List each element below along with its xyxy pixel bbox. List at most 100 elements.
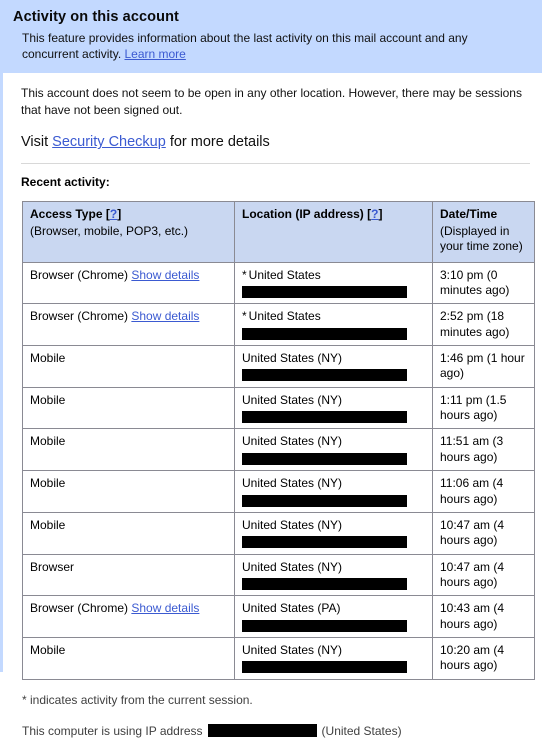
cell-access-type: Mobile: [22, 470, 235, 513]
cell-location: United States (NY): [234, 344, 433, 388]
cell-location: United States (NY): [234, 637, 433, 680]
current-session-footnote: * indicates activity from the current se…: [22, 692, 253, 707]
table-row: Mobile United States (NY) 10:20 am (4 hour…: [22, 637, 535, 680]
activity-header-band: Activity on this account This feature pr…: [0, 0, 542, 74]
show-details-link[interactable]: Show details: [131, 601, 199, 615]
cell-location: United States (NY): [234, 386, 433, 430]
location-text: United States (NY): [242, 643, 343, 658]
current-ip-suffix: (United States): [321, 723, 402, 738]
location-help-icon[interactable]: ?: [371, 207, 378, 221]
visit-suffix-text: for more details: [165, 134, 270, 151]
access-type-text: Mobile: [30, 643, 66, 658]
access-type-text: Mobile: [30, 392, 66, 407]
column-header-datetime-subtitle: (Displayed in your time zone): [440, 223, 523, 254]
cell-location: United States (PA): [234, 595, 433, 639]
ip-address-redaction: [242, 577, 407, 590]
column-header-location: Location (IP address) [?]: [234, 201, 433, 263]
current-ip-redaction: [207, 724, 317, 738]
cell-datetime: 1:46 pm (1 hour ago): [432, 344, 535, 388]
show-details-link[interactable]: Show details: [131, 309, 199, 323]
table-body: Browser (Chrome) Show details * United Sta…: [22, 261, 535, 680]
datetime-text: 3:10 pm (0 minutes ago): [440, 267, 510, 297]
cell-location: * United States: [234, 303, 433, 346]
table-header: Access Type [?] (Browser, mobile, POP3, …: [22, 201, 535, 263]
datetime-text: 10:47 am (4 hours ago): [440, 517, 505, 548]
current-ip-prefix: This computer is using IP address: [22, 723, 203, 738]
header-description: This feature provides information about …: [0, 29, 542, 62]
access-type-text: Mobile: [30, 434, 66, 449]
cell-access-type: Browser (Chrome) Show details: [22, 595, 235, 639]
location-help-bracket-close: ]: [378, 207, 383, 222]
access-type-help-bracket-close: ]: [117, 207, 122, 222]
datetime-text: 10:20 am (4 hours ago): [440, 643, 505, 673]
cell-datetime: 10:20 am (4 hours ago): [432, 637, 535, 680]
learn-more-link[interactable]: Learn more: [124, 47, 185, 61]
datetime-text: 1:46 pm (1 hour ago): [440, 350, 525, 381]
column-header-access-type: Access Type [?] (Browser, mobile, POP3, …: [22, 201, 235, 263]
column-header-access-type-subtitle: (Browser, mobile, POP3, etc.): [30, 223, 189, 238]
cell-datetime: 2:52 pm (18 minutes ago): [432, 303, 535, 346]
account-status-text: This account does not seem to be open in…: [21, 86, 522, 117]
visit-prefix-text: Visit: [21, 134, 53, 151]
show-details-link[interactable]: Show details: [131, 268, 199, 282]
security-checkup-line: Visit Security Checkup for more details: [3, 118, 542, 150]
access-type-text: Mobile: [30, 517, 66, 532]
table-row: Mobile United States (NY) 1:11 pm (1.5 hou…: [22, 386, 535, 430]
column-header-datetime-title: Date/Time: [440, 207, 498, 222]
current-session-marker: *: [242, 309, 247, 324]
ip-address-redaction: [242, 411, 407, 424]
cell-access-type: Mobile: [22, 386, 235, 430]
location-text: United States (NY): [242, 350, 343, 365]
cell-access-type: Browser: [22, 553, 235, 597]
cell-location: * United States: [234, 261, 433, 305]
datetime-text: 10:47 am (4 hours ago): [440, 559, 505, 589]
table-row: Browser United States (NY) 10:47 am (4 hou…: [22, 553, 535, 597]
cell-location: United States (NY): [234, 470, 433, 513]
table-row: Browser (Chrome) Show details * United Sta…: [22, 303, 535, 346]
security-checkup-link[interactable]: Security Checkup: [52, 134, 166, 150]
current-ip-line: This computer is using IP address (Unite…: [3, 707, 542, 738]
cell-datetime: 11:06 am (4 hours ago): [432, 470, 535, 513]
table-row: Browser (Chrome) Show details United Stat…: [22, 595, 535, 639]
access-type-text: Browser (Chrome): [30, 267, 129, 282]
table-header-row: Access Type [?] (Browser, mobile, POP3, …: [22, 201, 535, 263]
cell-datetime: 11:51 am (3 hours ago): [432, 428, 535, 472]
table-row: Mobile United States (NY) 11:51 am (3 hour…: [22, 428, 535, 472]
ip-address-redaction: [242, 369, 407, 382]
table-row: Mobile United States (NY) 11:06 am (4 hour…: [22, 470, 535, 513]
ip-address-redaction: [242, 327, 407, 340]
datetime-text: 1:11 pm (1.5 hours ago): [440, 392, 507, 423]
cell-access-type: Mobile: [22, 344, 235, 388]
location-text: United States (NY): [242, 392, 343, 407]
table-row: Mobile United States (NY) 10:47 am (4 hour…: [22, 511, 535, 555]
cell-datetime: 3:10 pm (0 minutes ago): [432, 261, 535, 305]
access-type-text: Browser: [30, 559, 75, 574]
access-type-text: Mobile: [30, 350, 66, 365]
table-row: Mobile United States (NY) 1:46 pm (1 hour …: [22, 344, 535, 388]
cell-access-type: Mobile: [22, 428, 235, 472]
location-text: United States: [248, 309, 321, 324]
cell-location: United States (NY): [234, 553, 433, 597]
cell-datetime: 10:43 am (4 hours ago): [432, 595, 535, 639]
access-type-text: Mobile: [30, 476, 66, 491]
access-type-text: Browser (Chrome): [30, 601, 129, 616]
ip-address-redaction: [242, 452, 407, 465]
location-text: United States (PA): [242, 601, 341, 616]
datetime-text: 2:52 pm (18 minutes ago): [440, 309, 510, 339]
cell-access-type: Mobile: [22, 511, 235, 555]
page-title: Activity on this account: [13, 9, 179, 25]
datetime-text: 11:06 am (4 hours ago): [440, 476, 504, 506]
current-session-marker: *: [242, 267, 247, 282]
cell-access-type: Browser (Chrome) Show details: [22, 261, 235, 305]
recent-activity-table: Access Type [?] (Browser, mobile, POP3, …: [22, 201, 535, 680]
ip-address-redaction: [242, 494, 407, 507]
cell-access-type: Mobile: [22, 637, 235, 680]
ip-address-redaction: [242, 536, 407, 549]
location-text: United States (NY): [242, 517, 343, 532]
datetime-text: 11:51 am (3 hours ago): [440, 434, 504, 464]
access-type-text: Browser (Chrome): [30, 309, 129, 324]
cell-datetime: 10:47 am (4 hours ago): [432, 553, 535, 597]
location-text: United States: [248, 267, 321, 282]
column-header-access-type-title: Access Type: [30, 207, 103, 222]
table-row: Browser (Chrome) Show details * United Sta…: [22, 261, 535, 305]
